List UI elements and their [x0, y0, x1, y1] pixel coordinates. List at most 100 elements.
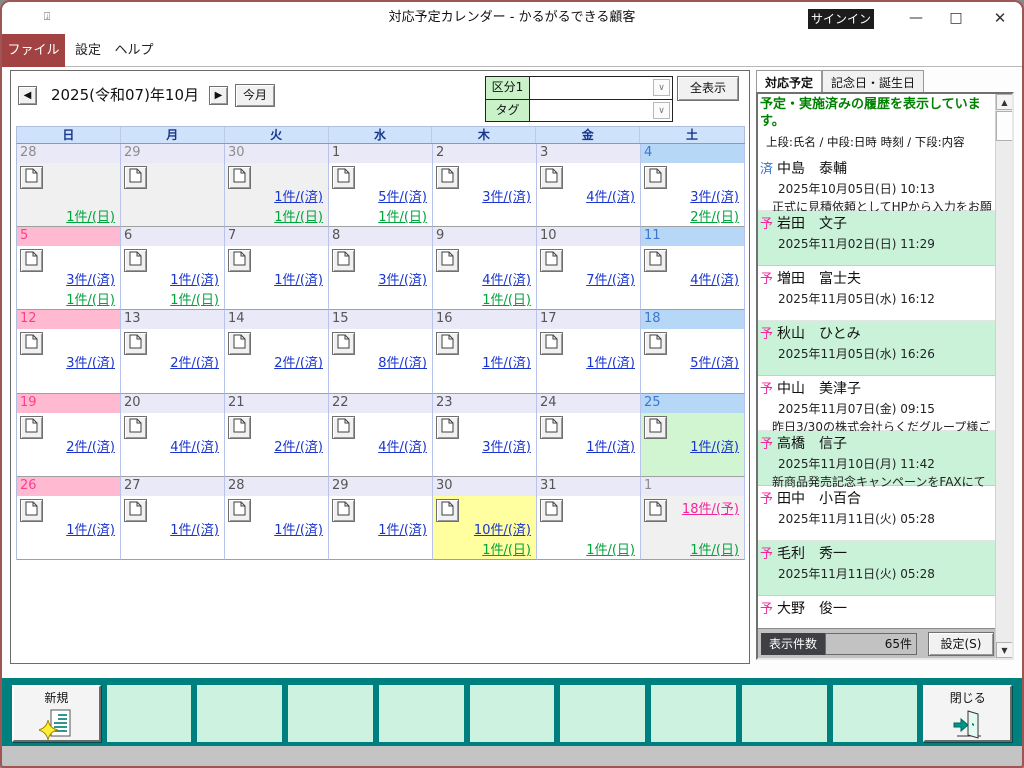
done-count-link[interactable]: 1件/(済)	[66, 519, 115, 538]
prev-month-button[interactable]: ◀	[18, 86, 37, 105]
new-entry-button[interactable]	[644, 416, 667, 439]
anniversary-count-link[interactable]: 1件/(日)	[170, 289, 219, 308]
new-entry-button[interactable]	[124, 332, 147, 355]
calendar-cell[interactable]: 281件/(日)	[17, 144, 121, 227]
calendar-cell[interactable]: 291件/(済)	[329, 477, 433, 560]
list-item[interactable]: 予秋山 ひとみ2025年11月05日(水) 16:26	[758, 321, 995, 376]
calendar-cell[interactable]: 311件/(日)	[537, 477, 641, 560]
new-entry-button[interactable]	[228, 249, 251, 272]
list-item[interactable]: 予中山 美津子2025年11月07日(金) 09:15昨日3/30の株式会社らく…	[758, 376, 995, 431]
scrollbar-thumb[interactable]	[996, 111, 1013, 141]
done-count-link[interactable]: 1件/(済)	[274, 519, 323, 538]
calendar-cell[interactable]: 204件/(済)	[121, 394, 225, 477]
calendar-cell[interactable]: 251件/(済)	[641, 394, 745, 477]
calendar-cell[interactable]: 185件/(済)	[641, 310, 745, 393]
done-count-link[interactable]: 2件/(済)	[66, 436, 115, 455]
new-entry-button[interactable]	[540, 166, 563, 189]
done-count-link[interactable]: 1件/(済)	[170, 269, 219, 288]
new-entry-button[interactable]	[228, 332, 251, 355]
done-count-link[interactable]: 3件/(済)	[482, 436, 531, 455]
calendar-cell[interactable]: 271件/(済)	[121, 477, 225, 560]
calendar-cell[interactable]: 71件/(済)	[225, 227, 329, 310]
list-item[interactable]: 予高橋 信子2025年11月10日(月) 11:42新商品発売記念キャンペーンを…	[758, 431, 995, 486]
done-count-link[interactable]: 1件/(済)	[274, 186, 323, 205]
calendar-cell[interactable]: 171件/(済)	[537, 310, 641, 393]
done-count-link[interactable]: 4件/(済)	[170, 436, 219, 455]
calendar-cell[interactable]: 241件/(済)	[537, 394, 641, 477]
anniversary-count-link[interactable]: 1件/(日)	[690, 539, 739, 558]
new-entry-button[interactable]	[124, 249, 147, 272]
calendar-cell[interactable]: 281件/(済)	[225, 477, 329, 560]
done-count-link[interactable]: 1件/(済)	[274, 269, 323, 288]
done-count-link[interactable]: 1件/(済)	[586, 436, 635, 455]
settings-button[interactable]: 設定(S)	[928, 632, 994, 656]
done-count-link[interactable]: 4件/(済)	[586, 186, 635, 205]
calendar-cell[interactable]: 123件/(済)	[17, 310, 121, 393]
new-entry-button[interactable]	[436, 499, 459, 522]
new-entry-button[interactable]	[124, 499, 147, 522]
new-entry-button[interactable]	[332, 166, 355, 189]
done-count-link[interactable]: 2件/(済)	[274, 352, 323, 371]
calendar-cell[interactable]: 114件/(済)	[641, 227, 745, 310]
list-item[interactable]: 予毛利 秀一2025年11月11日(火) 05:28	[758, 541, 995, 596]
done-count-link[interactable]: 3件/(済)	[482, 186, 531, 205]
done-count-link[interactable]: 1件/(済)	[586, 352, 635, 371]
calendar-cell[interactable]: 29	[121, 144, 225, 227]
calendar-cell[interactable]: 83件/(済)	[329, 227, 433, 310]
done-count-link[interactable]: 10件/(済)	[474, 519, 531, 538]
menu-help[interactable]: ヘルプ	[112, 34, 156, 67]
list-item[interactable]: 予岩田 文子2025年11月02日(日) 11:29	[758, 211, 995, 266]
calendar-cell[interactable]: 23件/(済)	[433, 144, 537, 227]
new-entry-button[interactable]	[124, 166, 147, 189]
done-count-link[interactable]: 3件/(済)	[690, 186, 739, 205]
new-entry-button[interactable]	[124, 416, 147, 439]
anniversary-count-link[interactable]: 1件/(日)	[378, 206, 427, 225]
calendar-cell[interactable]: 107件/(済)	[537, 227, 641, 310]
calendar-cell[interactable]: 192件/(済)	[17, 394, 121, 477]
calendar-cell[interactable]: 224件/(済)	[329, 394, 433, 477]
planned-count-link[interactable]: 18件/(予)	[682, 498, 739, 517]
new-entry-button[interactable]	[20, 416, 43, 439]
done-count-link[interactable]: 3件/(済)	[66, 269, 115, 288]
done-count-link[interactable]: 5件/(済)	[690, 352, 739, 371]
new-entry-button[interactable]	[332, 416, 355, 439]
done-count-link[interactable]: 7件/(済)	[586, 269, 635, 288]
show-all-button[interactable]: 全表示	[677, 76, 739, 101]
close-icon[interactable]: ✕	[978, 2, 1022, 34]
new-entry-button[interactable]	[540, 332, 563, 355]
anniversary-count-link[interactable]: 1件/(日)	[482, 539, 531, 558]
done-count-link[interactable]: 4件/(済)	[378, 436, 427, 455]
new-entry-button[interactable]	[644, 249, 667, 272]
done-count-link[interactable]: 1件/(済)	[378, 519, 427, 538]
anniversary-count-link[interactable]: 1件/(日)	[274, 206, 323, 225]
minimize-icon[interactable]: —	[894, 2, 938, 34]
today-button[interactable]: 今月	[235, 84, 275, 107]
calendar-cell[interactable]: 43件/(済)2件/(日)	[641, 144, 745, 227]
calendar-cell[interactable]: 118件/(予)1件/(日)	[641, 477, 745, 560]
anniversary-count-link[interactable]: 1件/(日)	[66, 289, 115, 308]
calendar-cell[interactable]: 61件/(済)1件/(日)	[121, 227, 225, 310]
calendar-cell[interactable]: 34件/(済)	[537, 144, 641, 227]
new-entry-button[interactable]	[644, 166, 667, 189]
tab-anniversary[interactable]: 記念日・誕生日	[822, 70, 924, 92]
chevron-down-icon[interactable]: ∨	[653, 102, 670, 119]
done-count-link[interactable]: 2件/(済)	[274, 436, 323, 455]
scroll-down-icon[interactable]: ▼	[996, 642, 1013, 658]
calendar-cell[interactable]: 212件/(済)	[225, 394, 329, 477]
done-count-link[interactable]: 1件/(済)	[690, 436, 739, 455]
close-window-button[interactable]: 閉じる	[923, 685, 1012, 742]
scrollbar[interactable]: ▲ ▼	[995, 94, 1012, 658]
list-item[interactable]: 予増田 富士夫2025年11月05日(水) 16:12	[758, 266, 995, 321]
done-count-link[interactable]: 1件/(済)	[482, 352, 531, 371]
anniversary-count-link[interactable]: 1件/(日)	[482, 289, 531, 308]
calendar-cell[interactable]: 233件/(済)	[433, 394, 537, 477]
calendar-cell[interactable]: 142件/(済)	[225, 310, 329, 393]
new-entry-button[interactable]	[20, 332, 43, 355]
new-entry-button[interactable]	[20, 249, 43, 272]
calendar-cell[interactable]: 3010件/(済)1件/(日)	[433, 477, 537, 560]
menu-file[interactable]: ファイル	[2, 34, 65, 67]
kubun-select[interactable]: ∨	[530, 77, 672, 99]
new-entry-button[interactable]	[540, 416, 563, 439]
new-entry-button[interactable]	[540, 249, 563, 272]
new-entry-button[interactable]	[644, 332, 667, 355]
